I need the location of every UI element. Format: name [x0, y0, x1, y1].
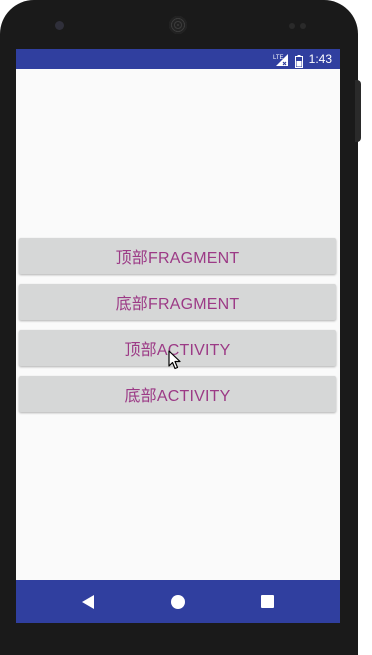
power-button — [355, 80, 361, 142]
status-bar: LTE 1:43 — [16, 49, 340, 69]
top-activity-button[interactable]: 顶部ACTIVITY — [19, 330, 336, 366]
earpiece-speaker — [169, 16, 187, 34]
top-fragment-button[interactable]: 顶部FRAGMENT — [19, 238, 336, 274]
home-icon[interactable] — [158, 580, 198, 623]
bottom-activity-button[interactable]: 底部ACTIVITY — [19, 376, 336, 412]
clock: 1:43 — [308, 52, 332, 66]
phone-frame: LTE 1:43 顶部FRAGMENT 底部FRAGMENT 顶部ACTIVIT… — [0, 0, 358, 655]
bottom-fragment-button[interactable]: 底部FRAGMENT — [19, 284, 336, 320]
back-icon[interactable] — [68, 580, 108, 623]
lte-signal-icon: LTE — [273, 52, 289, 66]
screen: LTE 1:43 顶部FRAGMENT 底部FRAGMENT 顶部ACTIVIT… — [16, 49, 340, 623]
proximity-sensor — [289, 23, 295, 29]
front-camera — [55, 21, 64, 30]
button-list: 顶部FRAGMENT 底部FRAGMENT 顶部ACTIVITY 底部ACTIV… — [19, 238, 336, 422]
light-sensor — [300, 23, 306, 29]
status-icons: LTE 1:43 — [273, 49, 332, 69]
battery-icon — [294, 53, 303, 68]
navigation-bar — [16, 580, 340, 623]
network-type-label: LTE — [273, 55, 284, 61]
recents-icon[interactable] — [247, 580, 287, 623]
